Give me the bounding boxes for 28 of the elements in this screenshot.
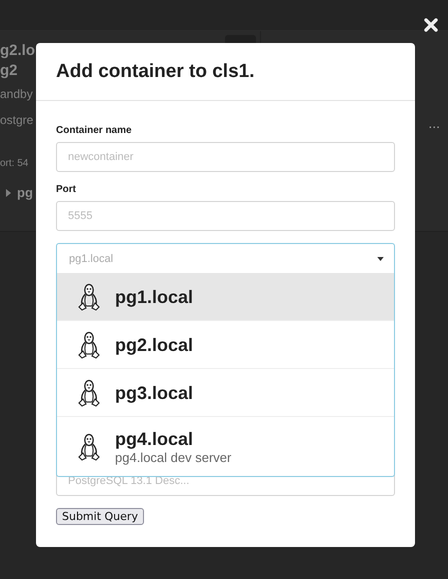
- dropdown-option[interactable]: pg2.local: [57, 321, 394, 369]
- option-name: pg4.local: [115, 428, 194, 450]
- modal-title: Add container to cls1.: [56, 60, 256, 84]
- host-title: g2: [0, 61, 18, 81]
- text-field[interactable]: 5555: [56, 201, 395, 231]
- penguin-icon: [77, 378, 101, 406]
- host-text: ostgre: [0, 112, 34, 129]
- close-icon[interactable]: [424, 18, 438, 32]
- truncated-text: ...: [428, 115, 440, 131]
- penguin-icon: [77, 432, 101, 460]
- text-field[interactable]: newcontainer: [56, 142, 395, 172]
- dropdown-option[interactable]: pg3.local: [57, 369, 394, 417]
- host-title: g2.lo: [0, 41, 36, 61]
- caret-icon[interactable]: [6, 188, 11, 196]
- caret-icon: [377, 256, 384, 260]
- penguin-icon: [77, 282, 101, 310]
- dropdown-option[interactable]: pg1.local: [57, 273, 394, 321]
- option-name: pg1.local: [115, 286, 194, 308]
- field-label: Container name: [56, 125, 132, 137]
- host-text: ort: 54: [0, 157, 28, 171]
- option-name: pg3.local: [115, 382, 194, 404]
- penguin-icon: [77, 330, 101, 358]
- tree-item[interactable]: pg: [17, 185, 33, 200]
- submit-button[interactable]: Submit Query: [56, 508, 144, 525]
- option-description: pg4.local dev server: [115, 450, 232, 466]
- option-name: pg2.local: [115, 334, 194, 356]
- host-text: andby: [0, 86, 33, 103]
- field-label: Port: [56, 184, 76, 196]
